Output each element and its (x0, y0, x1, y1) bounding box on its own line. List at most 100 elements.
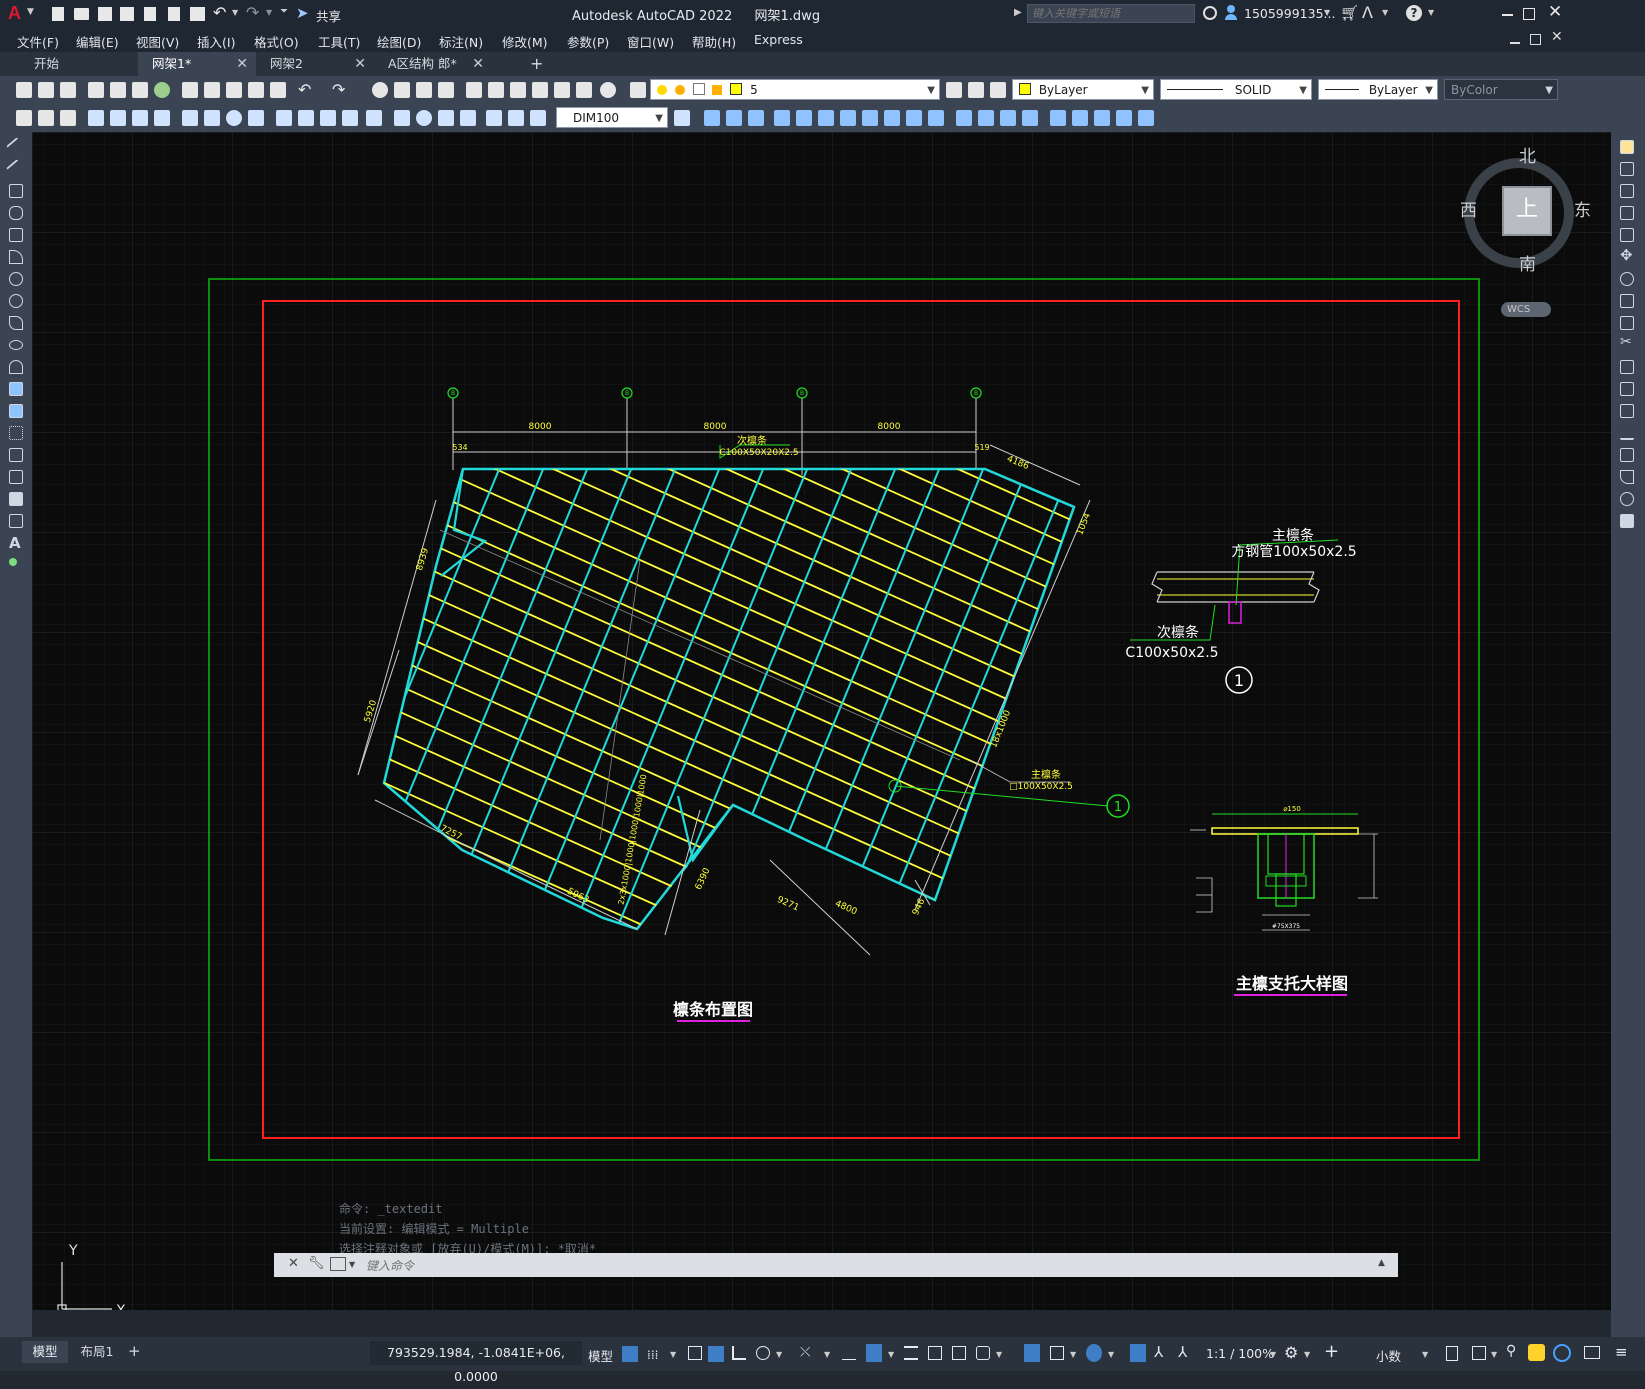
chamfer-side-icon[interactable] (1620, 448, 1634, 462)
dim-aligned-icon[interactable] (38, 110, 54, 126)
isodraft-dropdown-icon[interactable]: ▼ (824, 1350, 830, 1359)
help-toolbar-icon[interactable] (600, 82, 616, 98)
customize-qat-icon[interactable]: ⏷ (280, 6, 288, 17)
quickcalc-icon[interactable] (576, 82, 592, 98)
gradient-icon[interactable] (9, 470, 23, 484)
annotation-scale-value[interactable]: 1:1 / 100% (1206, 1346, 1274, 1361)
layer-on-icon[interactable] (657, 85, 667, 95)
pan-icon[interactable] (372, 82, 388, 98)
mtext-icon[interactable]: A (9, 534, 21, 552)
markup-icon[interactable] (554, 82, 570, 98)
menu-parametric[interactable]: 参数(P) (567, 32, 609, 51)
move-side-icon[interactable]: ✥ (1620, 246, 1633, 264)
fillet-icon[interactable] (1022, 110, 1038, 126)
autocad-logo[interactable]: A (8, 3, 24, 23)
spline-icon[interactable] (9, 316, 23, 330)
dim-style-icon[interactable] (486, 110, 502, 126)
hatch-icon[interactable] (9, 448, 23, 462)
tolerance-icon[interactable] (320, 110, 336, 126)
hardware-acceleration-icon[interactable] (1528, 1344, 1545, 1361)
scale-side-icon[interactable] (1620, 294, 1634, 308)
menu-window[interactable]: 窗口(W) (627, 32, 674, 51)
save-toolbar-icon[interactable] (60, 82, 76, 98)
redo-dropdown-icon[interactable]: ▼ (266, 8, 272, 17)
color-select[interactable]: ByLayer ▼ (1012, 79, 1154, 100)
fullscreen-icon[interactable] (1584, 1346, 1600, 1359)
tab-close-icon[interactable]: ✕ (472, 52, 484, 76)
dim-diameter-icon[interactable] (154, 110, 170, 126)
dim-linear-icon[interactable] (16, 110, 32, 126)
make-block-icon[interactable] (9, 404, 23, 418)
layer-viewport-icon[interactable] (692, 83, 705, 95)
paste-icon[interactable] (226, 82, 242, 98)
tab-wangjia1[interactable]: 网架1* ✕ (138, 52, 256, 76)
minimize-icon[interactable] (1502, 14, 1513, 16)
add-layout-icon[interactable]: + (128, 1342, 141, 1360)
dim-arc-icon[interactable] (60, 110, 76, 126)
menu-modify[interactable]: 修改(M) (502, 32, 548, 51)
annotation-monitor-icon[interactable]: + (1324, 1341, 1339, 1362)
dim-break-icon[interactable] (298, 110, 314, 126)
layer-select[interactable]: 5 ▼ (650, 79, 940, 100)
user-name[interactable]: 1505999135... (1244, 6, 1335, 21)
compass-west[interactable]: 西 (1460, 196, 1477, 221)
menu-help[interactable]: 帮助(H) (692, 32, 736, 51)
menu-tools[interactable]: 工具(T) (318, 32, 360, 51)
app-menu-dropdown-icon[interactable]: ▼ (27, 7, 34, 17)
menu-format[interactable]: 格式(O) (254, 32, 299, 51)
search-icon[interactable] (1203, 6, 1217, 20)
infer-constraints-icon[interactable] (688, 1346, 702, 1360)
isolate-objects-icon[interactable]: ⚲ (1506, 1343, 1516, 1359)
wcs-menu[interactable]: WCS (1501, 302, 1551, 317)
snap-toggle-icon[interactable]: ⁞⁞⁞ (647, 1348, 658, 1362)
compass-east[interactable]: 东 (1574, 196, 1591, 221)
tab-close-icon[interactable]: ✕ (236, 52, 248, 76)
viewcube-top-face[interactable]: 上 (1502, 186, 1552, 236)
doc-minimize-icon[interactable] (1510, 42, 1520, 44)
selection-filter-icon[interactable] (1050, 1346, 1064, 1360)
dim-override-icon[interactable] (508, 110, 524, 126)
undo-toolbar-icon[interactable]: ↶ (298, 80, 311, 99)
offset-icon[interactable] (774, 110, 790, 126)
dynamic-ucs-icon[interactable] (1024, 1344, 1040, 1362)
publish-icon[interactable] (132, 82, 148, 98)
rotate-icon[interactable] (840, 110, 856, 126)
share-icon[interactable]: ➤ (296, 4, 309, 22)
command-input[interactable] (362, 1255, 1378, 1277)
blend-side-icon[interactable] (1620, 492, 1634, 506)
grid-toggle-icon[interactable] (622, 1346, 638, 1362)
isodraft-icon[interactable]: ⤬ (800, 1345, 810, 1360)
align-icon[interactable] (1094, 110, 1110, 126)
help-icon[interactable]: ? (1406, 5, 1422, 21)
new-file-icon[interactable] (52, 7, 64, 21)
gizmo-icon[interactable] (1086, 1344, 1102, 1362)
dynamic-input-icon[interactable] (708, 1346, 724, 1362)
object-snap-icon[interactable] (866, 1344, 882, 1362)
a360-dropdown-icon[interactable]: ▼ (1382, 8, 1388, 17)
copy-object-icon[interactable] (726, 110, 742, 126)
cut-icon[interactable] (182, 82, 198, 98)
menu-draw[interactable]: 绘图(D) (377, 32, 421, 51)
dim-reassociate-icon[interactable] (530, 110, 546, 126)
doc-restore-icon[interactable] (1530, 34, 1541, 45)
ellipse-icon[interactable] (9, 340, 23, 350)
command-recent-icon[interactable] (330, 1257, 346, 1271)
polyline-icon[interactable] (9, 184, 23, 198)
inspection-icon[interactable] (366, 110, 382, 126)
open-file-icon[interactable] (74, 8, 89, 20)
units-dropdown-icon[interactable]: ▼ (1422, 1350, 1428, 1359)
tab-start[interactable]: 开始 (20, 52, 138, 76)
copy-icon[interactable] (204, 82, 220, 98)
open-web-icon[interactable] (144, 7, 156, 21)
tab-wangjia2[interactable]: 网架2 ✕ (256, 52, 374, 76)
sheet-set-icon[interactable] (532, 82, 548, 98)
dim-update-icon[interactable] (460, 110, 476, 126)
transparency-icon[interactable] (928, 1346, 942, 1360)
xline-icon[interactable] (6, 159, 26, 179)
break-side-icon[interactable] (1620, 404, 1634, 418)
annotation-scale-icon[interactable]: ⅄ (1178, 1343, 1187, 1361)
dim-edit-icon[interactable] (416, 110, 432, 126)
arc-icon[interactable] (9, 250, 23, 264)
polar-tracking-icon[interactable] (756, 1346, 770, 1360)
lineweight-toggle-icon[interactable] (904, 1346, 918, 1360)
